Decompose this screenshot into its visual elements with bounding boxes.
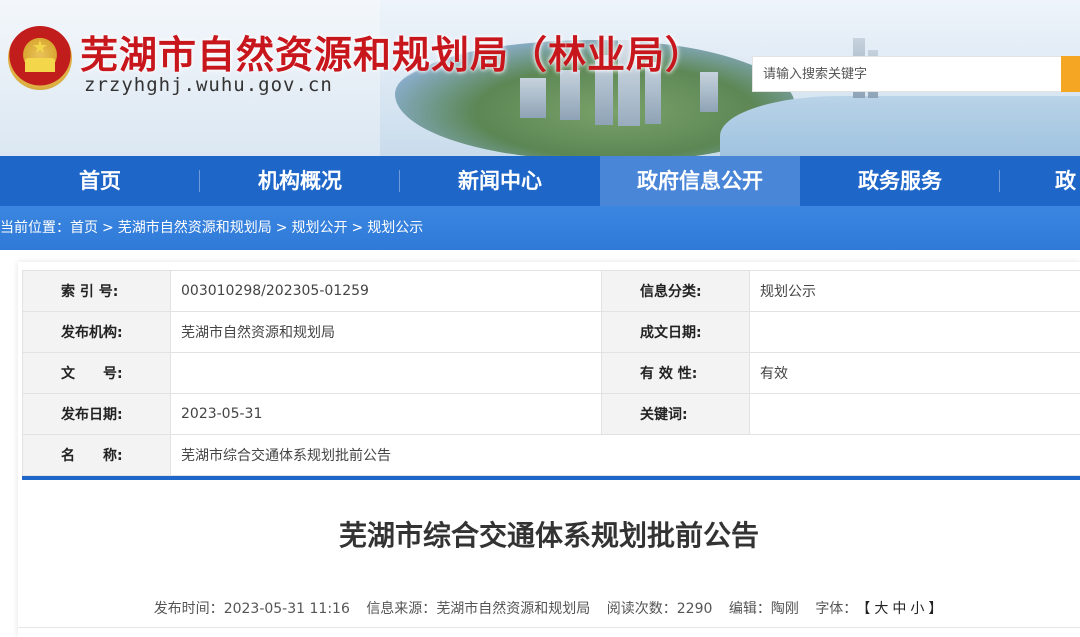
info-source-value: 芜湖市自然资源和规划局 [436,601,591,617]
publish-time: 发布时间：2023-05-31 11:16 [154,601,350,617]
meta-value-written-date [749,311,1080,353]
nav-item-more[interactable]: 政 [1000,156,1080,206]
meta-value-name: 芜湖市综合交通体系规划批前公告 [170,434,1080,476]
emblem-star-icon: ★ [31,37,49,58]
view-count-value: 2290 [676,601,713,617]
search-box [752,56,1064,92]
meta-label-category: 信息分类: [601,270,750,312]
meta-value-index: 003010298/202305-01259 [170,270,602,312]
meta-label-validity: 有 效 性: [601,352,750,394]
meta-value-doc-number [170,352,602,394]
publish-time-label: 发布时间： [153,601,224,617]
table-row: 名 称: 芜湖市综合交通体系规划批前公告 [22,434,1080,476]
meta-value-publish-date: 2023-05-31 [170,393,602,435]
breadcrumb-link-planning-open[interactable]: 规划公开 [291,206,347,250]
meta-label-name: 名 称: [22,434,171,476]
meta-label-index: 索 引 号: [22,270,171,312]
editor: 编辑：陶刚 [729,601,799,617]
table-row: 发布日期: 2023-05-31 关键词: [22,393,1080,435]
site-domain: zrzyhghj.wuhu.gov.cn [84,74,333,96]
meta-value-validity: 有效 [749,352,1080,394]
content-card: 索 引 号: 003010298/202305-01259 信息分类: 规划公示… [18,262,1080,637]
table-row: 文 号: 有 效 性: 有效 [22,352,1080,394]
font-size-options: 【大中小】 [861,601,944,617]
breadcrumb-separator: > [351,220,364,236]
nav-item-label: 新闻中心 [458,169,542,193]
breadcrumb-prefix: 当前位置： [0,220,70,236]
nav-item-gov-info[interactable]: 政府信息公开 [600,156,800,206]
editor-label: 编辑： [728,601,771,617]
emblem-gate-icon [25,58,55,72]
font-size-large-button[interactable]: 大 [874,601,888,617]
nav-item-label: 政府信息公开 [637,169,763,193]
nav-item-label: 机构概况 [258,169,342,193]
breadcrumb-link-planning-notice[interactable]: 规划公示 [367,206,423,250]
article-meta: 发布时间：2023-05-31 11:16 信息来源：芜湖市自然资源和规划局 阅… [18,598,1080,618]
info-meta-table: 索 引 号: 003010298/202305-01259 信息分类: 规划公示… [22,270,1080,476]
meta-value-publisher: 芜湖市自然资源和规划局 [170,311,602,353]
breadcrumb-separator: > [102,220,114,236]
meta-label-publisher: 发布机构: [22,311,171,353]
breadcrumb: 当前位置：首页 > 芜湖市自然资源和规划局 > 规划公开 > 规划公示 [0,206,1080,250]
font-size-medium-button[interactable]: 中 [892,601,906,617]
font-size-small-button[interactable]: 小 [910,601,924,617]
info-source-label: 信息来源： [366,601,437,617]
main-nav: 首页 机构概况 新闻中心 政府信息公开 政务服务 政 [0,156,1080,206]
nav-item-organization[interactable]: 机构概况 [200,156,400,206]
header-banner: ★ 芜湖市自然资源和规划局（林业局） zrzyhghj.wuhu.gov.cn [0,0,1080,156]
breadcrumb-separator: > [275,220,288,236]
nav-item-label: 政务服务 [858,169,942,193]
meta-label-keywords: 关键词: [601,393,750,435]
search-input[interactable] [753,57,1063,91]
nav-item-label: 首页 [79,169,121,193]
article-title: 芜湖市综合交通体系规划批前公告 [338,519,759,552]
view-count-label: 阅读次数： [606,601,677,617]
meta-value-keywords [749,393,1080,435]
view-count: 阅读次数：2290 [607,601,713,617]
font-bracket-open: 【 [863,601,871,617]
search-button[interactable] [1061,56,1080,92]
nav-item-label: 政 [1055,169,1076,193]
nav-item-services[interactable]: 政务服务 [800,156,1000,206]
meta-label-written-date: 成文日期: [601,311,750,353]
banner-building [520,78,546,118]
font-bracket-close: 】 [928,601,943,617]
info-source: 信息来源：芜湖市自然资源和规划局 [366,601,590,617]
nav-item-home[interactable]: 首页 [0,156,200,206]
meta-value-category: 规划公示 [749,270,1080,312]
font-size-label: 字体： [815,601,858,617]
breadcrumb-link-bureau[interactable]: 芜湖市自然资源和规划局 [118,206,272,250]
table-row: 发布机构: 芜湖市自然资源和规划局 成文日期: [22,311,1080,353]
banner-river [720,96,1080,156]
editor-value: 陶刚 [770,601,799,617]
meta-label-publish-date: 发布日期: [22,393,171,435]
divider-rule [18,627,1080,628]
publish-time-value: 2023-05-31 11:16 [223,601,350,617]
breadcrumb-link-home[interactable]: 首页 [70,206,98,250]
meta-label-doc-number: 文 号: [22,352,171,394]
font-size-control: 字体：【大中小】 [815,601,944,617]
table-row: 索 引 号: 003010298/202305-01259 信息分类: 规划公示 [22,270,1080,312]
nav-item-news[interactable]: 新闻中心 [400,156,600,206]
site-title[interactable]: 芜湖市自然资源和规划局（林业局） [80,24,704,79]
national-emblem-icon[interactable]: ★ [8,26,72,90]
divider-rule [22,476,1080,480]
